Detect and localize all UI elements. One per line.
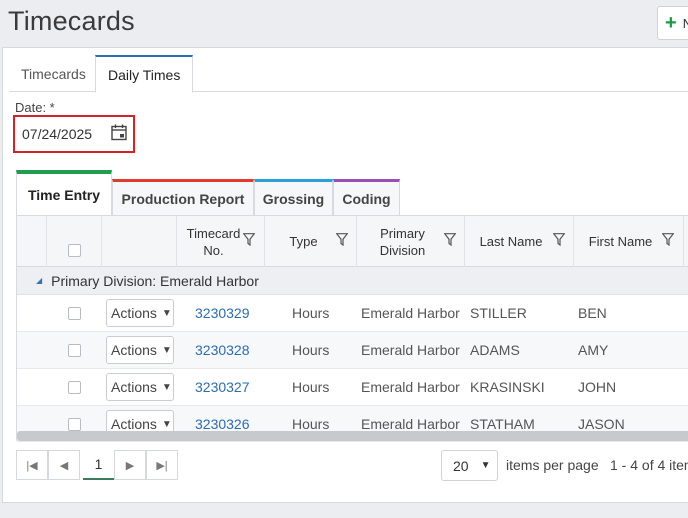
division-cell: Emerald Harbor [361,379,460,395]
pager: |◀ ◀ 1 ▶ ▶| 20 ▼ items per page 1 - 4 of… [16,450,688,490]
first-name-cell: AMY [578,342,609,358]
column-header-select [47,216,102,267]
filter-icon[interactable] [553,233,565,246]
column-header-actions [102,216,177,267]
column-header-label: Type [289,234,318,249]
plus-icon: + [665,12,677,34]
last-page-button[interactable]: ▶| [146,450,178,480]
caret-down-icon: ▼ [480,460,491,471]
sub-tab-label: Production Report [121,190,245,207]
new-timecard-button[interactable]: + N [657,6,688,40]
sub-tab-label: Grossing [262,190,325,207]
tab-time-entry[interactable]: Time Entry [16,170,112,215]
column-header-label: Last Name [479,234,543,249]
filter-icon[interactable] [336,233,348,246]
group-label: Primary Division: Emerald Harbor [51,272,259,289]
column-header-spacer [17,216,47,267]
division-cell: Emerald Harbor [361,342,460,358]
sub-tab-label: Time Entry [27,186,101,203]
row-checkbox[interactable] [68,417,81,431]
timecard-link[interactable]: 3230329 [195,295,250,331]
first-name-cell: JOHN [578,379,617,395]
column-header-type[interactable]: Type [265,216,357,267]
pager-range: 1 - 4 of 4 item [610,457,688,473]
date-value[interactable]: 07/24/2025 [22,126,92,142]
page-size-select[interactable]: 20 ▼ [441,450,498,481]
last-name-cell: ADAMS [470,342,520,358]
date-label: Date: * [15,100,55,115]
column-header-label: First Name [588,234,653,249]
first-page-icon: |◀ [26,459,38,472]
select-all-checkbox[interactable] [67,244,81,257]
timecard-link[interactable]: 3230327 [195,369,250,405]
row-checkbox[interactable] [68,343,81,357]
last-page-icon: ▶| [156,459,168,472]
filter-icon[interactable] [243,233,255,246]
actions-label: Actions [111,416,157,432]
caret-down-icon: ▼ [161,381,172,393]
timecard-link[interactable]: 3230328 [195,332,250,368]
column-header-label: Primary Division [379,225,426,258]
next-page-icon: ▶ [125,459,135,472]
division-cell: Emerald Harbor [361,305,460,321]
filter-icon[interactable] [662,233,674,246]
main-panel: Timecards Daily Times Date: * 07/24/2025… [2,47,688,503]
collapse-triangle-icon[interactable]: ◢ [36,276,42,285]
tab-daily-times[interactable]: Daily Times [95,55,194,93]
page-size-value: 20 [453,457,469,474]
page-title: Timecards [8,6,135,36]
current-page[interactable]: 1 [83,450,114,480]
table-row[interactable]: Actions ▼ 3230328 Hours Emerald Harbor A… [17,332,688,369]
row-checkbox[interactable] [68,380,81,394]
prev-page-button[interactable]: ◀ [48,450,80,480]
tab-label: Timecards [21,65,86,82]
tab-coding[interactable]: Coding [333,179,400,215]
actions-label: Actions [111,342,157,358]
column-header-first-name[interactable]: First Name [574,216,684,267]
actions-dropdown[interactable]: Actions ▼ [106,373,174,401]
top-tab-bar: Timecards Daily Times [9,55,688,93]
type-cell: Hours [292,379,330,395]
next-page-button[interactable]: ▶ [114,450,146,480]
actions-label: Actions [111,379,157,395]
column-header-last-name[interactable]: Last Name [465,216,574,267]
sub-tab-bar: Time Entry Production Report Grossing Co… [16,167,688,215]
row-checkbox[interactable] [68,306,81,320]
last-name-cell: KRASINSKI [470,379,545,395]
first-name-cell: BEN [578,305,607,321]
caret-down-icon: ▼ [161,307,172,319]
new-button-label: N [682,15,688,31]
table-row[interactable]: Actions ▼ 3230329 Hours Emerald Harbor S… [17,295,688,332]
tab-grossing[interactable]: Grossing [254,179,333,215]
actions-label: Actions [111,305,157,321]
date-field[interactable]: 07/24/2025 [13,115,135,153]
caret-down-icon: ▼ [161,418,172,430]
column-header-label: Timecard No. [186,225,241,258]
type-cell: Hours [292,305,330,321]
column-header-primary-division[interactable]: Primary Division [357,216,465,267]
filter-icon[interactable] [444,233,456,246]
grid-header: Timecard No. Type Primary Division Last … [17,216,688,267]
first-page-button[interactable]: |◀ [16,450,48,480]
horizontal-scrollbar[interactable] [17,431,688,441]
items-per-page-label: items per page [506,457,599,473]
column-header-timecard-no[interactable]: Timecard No. [177,216,265,267]
type-cell: Hours [292,342,330,358]
table-row[interactable]: Actions ▼ 3230327 Hours Emerald Harbor K… [17,369,688,406]
tab-timecards[interactable]: Timecards [9,55,98,92]
actions-dropdown[interactable]: Actions ▼ [106,336,174,364]
sub-tab-label: Coding [342,190,391,207]
time-entry-grid: Timecard No. Type Primary Division Last … [16,215,688,442]
tab-production-report[interactable]: Production Report [112,179,254,215]
prev-page-icon: ◀ [59,459,69,472]
group-row[interactable]: ◢ Primary Division: Emerald Harbor [17,267,688,295]
calendar-icon[interactable] [111,124,127,141]
actions-dropdown[interactable]: Actions ▼ [106,299,174,327]
caret-down-icon: ▼ [161,344,172,356]
tab-label: Daily Times [108,66,181,83]
last-name-cell: STILLER [470,305,527,321]
